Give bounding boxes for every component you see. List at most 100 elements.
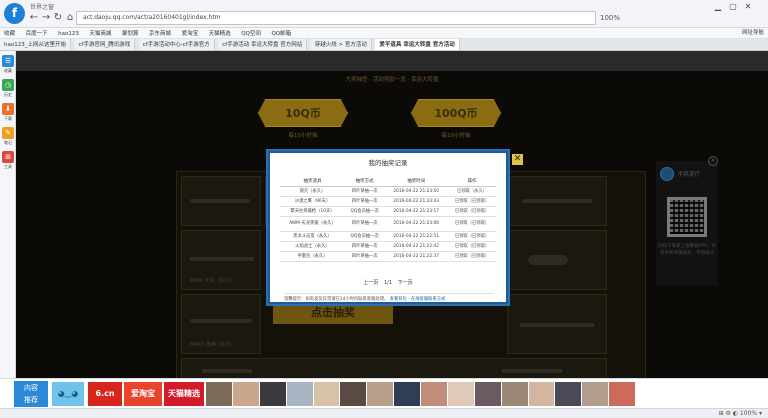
weapon-row (181, 358, 607, 378)
weapon-cell[interactable] (507, 230, 607, 290)
gun-icon (522, 199, 592, 203)
weapon-name: M4A1-雷神（永久） (190, 342, 236, 348)
tab-strip: hao123_上网从这里开始 cf手游官网_腾讯游戏 cf手游活动中心-cf手游… (0, 39, 768, 51)
address-bar[interactable]: act.daoju.qq.com/act/a20160401gl/index.h… (76, 11, 596, 25)
forward-icon[interactable]: → (40, 12, 52, 24)
sidebar-item-notes[interactable]: ✎ 笔记 (1, 127, 15, 147)
pagination: 上一页 1/1 下一页 (270, 279, 506, 286)
sidebar-item-history[interactable]: ◷ 历史 (1, 79, 15, 99)
table-cell-status[interactable]: 已领取（已领取） (448, 206, 496, 217)
browser-tab[interactable]: cf手游活动 幸运大转盘 官方网站 (218, 39, 308, 50)
table-cell: 毁灭（永久） (280, 186, 345, 197)
page-banner (16, 51, 768, 71)
qr-title: 手机掌厅 (678, 172, 701, 178)
thumbnail-image[interactable] (609, 382, 635, 406)
weapon-cell[interactable] (507, 294, 607, 354)
weapon-cell[interactable] (507, 176, 607, 226)
dialog-title: 我的抽奖记录 (368, 159, 408, 167)
weapon-cell[interactable]: AWM-天龙（永久） (181, 230, 261, 290)
thumbnail-image[interactable] (394, 382, 420, 406)
weapon-cell[interactable] (181, 176, 261, 226)
draw-button[interactable]: 点击抽奖 (273, 302, 393, 324)
thumbnail-image[interactable] (286, 382, 313, 406)
bookmark-item[interactable]: 天猫精选 (209, 29, 231, 38)
app-title: 世界之窗 (30, 4, 55, 11)
table-cell-status[interactable]: 已领取（已领取） (448, 196, 496, 207)
back-icon[interactable]: ← (28, 12, 40, 24)
bookmark-item[interactable]: hao123 (58, 29, 79, 38)
ad-tmall[interactable]: 天猫精选 (164, 382, 204, 406)
thumbnail-image[interactable] (340, 382, 367, 406)
bookmark-item[interactable]: 天猫商城 (89, 29, 111, 38)
bookmark-nav[interactable]: 网址导航 (742, 28, 764, 38)
next-page-link[interactable]: 下一页 (398, 280, 413, 286)
browser-tab[interactable]: hao123_上网从这里开始 (0, 39, 71, 50)
mascot-icon[interactable]: ◕‿◕ (52, 382, 84, 406)
thumbnail-image[interactable] (206, 382, 232, 406)
minimize-icon[interactable]: ▁ (712, 2, 724, 12)
home-icon[interactable]: ⌂ (64, 12, 76, 24)
thumbnail-image[interactable] (367, 382, 394, 406)
sidebar-item-download[interactable]: ⬇ 下载 (1, 103, 15, 123)
bookmark-item[interactable]: 京东商城 (149, 29, 171, 38)
bookmark-item[interactable]: QQ空间 (241, 29, 261, 38)
thumbnail-image[interactable] (259, 382, 286, 406)
ad-aitaobao[interactable]: 爱淘宝 (124, 382, 162, 406)
thumbnail-image[interactable] (582, 382, 609, 406)
bookmark-item[interactable]: QQ邮箱 (271, 29, 291, 38)
draw-record-dialog: 我的抽奖记录 抽奖道具 抽奖方式 抽奖时间 操作 毁灭（永久） 四叶草抽一次 2… (268, 151, 508, 304)
thumbnail-strip (206, 382, 636, 406)
maximize-icon[interactable]: ▢ (727, 2, 739, 12)
sidebar-item-label: 下载 (4, 116, 12, 121)
recommendation-label[interactable]: 内容 推荐 (14, 381, 48, 407)
avatar (660, 167, 674, 181)
qr-header: 手机掌厅 (658, 165, 716, 183)
browser-tab[interactable]: 穿越火线 > 官方活动 (310, 39, 372, 50)
zoom-level[interactable]: 100% (600, 12, 620, 24)
table-cell: 2016-04-22 21:23:06 (384, 216, 449, 232)
table-cell-status[interactable]: 已领取（已领取） (448, 251, 496, 262)
thumbnail-image[interactable] (528, 382, 555, 406)
ad-6cn[interactable]: 6.cn (88, 382, 122, 406)
browser-tab[interactable]: cf手游官网_腾讯游戏 (74, 39, 136, 50)
table-row: 擎天柱英雄枪（10天） QQ会员抽一次 2016-04-22 21:23:17 … (280, 206, 496, 217)
thumbnail-image[interactable] (474, 382, 501, 406)
close-icon[interactable]: ✕ (742, 2, 754, 12)
note-link[interactable]: 查看背包 · 在线客服联系方式 (390, 297, 446, 302)
thumbnail-image[interactable] (447, 382, 474, 406)
prev-page-link[interactable]: 上一页 (363, 280, 378, 286)
table-cell-status[interactable]: 已领取（永久） (448, 186, 496, 197)
thumbnail-image[interactable] (313, 382, 340, 406)
table-cell: 2016-04-22 21:23:50 (384, 186, 449, 197)
coin-100-button[interactable]: 100Q币 (411, 99, 501, 127)
prize-row: 大奖抽签 · 活动奖励一览 · 幸运大转盘 (345, 77, 439, 83)
table-cell-status[interactable]: 已领取（已领取） (448, 231, 496, 242)
thumbnail-image[interactable] (421, 382, 447, 406)
table-row: 沙漠之鹰（90天） 四叶草抽一次 2016-04-22 21:23:43 已领取… (280, 196, 496, 207)
weapon-cell[interactable]: M4A1-雷神（永久） (181, 294, 261, 354)
bookmark-item[interactable]: 收藏 (4, 29, 15, 38)
sidebar-item-tools[interactable]: ⊞ 工具 (1, 151, 15, 171)
bookmark-item[interactable]: 爱淘宝 (182, 29, 199, 38)
bookmark-item[interactable]: 百度一下 (26, 29, 48, 38)
coin-10-button[interactable]: 10Q币 (258, 99, 348, 127)
modal-close-icon[interactable]: ✕ (512, 154, 523, 165)
refresh-icon[interactable]: ↻ (52, 12, 64, 24)
table-cell-status[interactable]: 已领取（已领取） (448, 241, 496, 252)
gun-icon (190, 199, 250, 203)
sidebar-item-favorites[interactable]: ☰ 收藏 (1, 55, 15, 75)
browser-title-bar: f 世界之窗 ← → ↻ ⌂ act.daoju.qq.com/act/a201… (0, 0, 768, 28)
dialog-note: 温馨提示：如有发货异常请在24小时内联系客服处理。 查看背包 · 在线客服联系方… (284, 293, 494, 302)
thumbnail-image[interactable] (232, 382, 259, 406)
table-cell: 四叶草抽一次 (344, 216, 385, 232)
browser-logo-icon[interactable]: f (4, 3, 25, 24)
table-cell: 2016-04-22 21:23:17 (384, 206, 449, 217)
browser-tab-active[interactable]: 爱平道具 幸运大转盘 官方活动 (375, 39, 460, 50)
thumbnail-image[interactable] (501, 382, 528, 406)
table-cell-status[interactable]: 已领取（已领取） (448, 216, 496, 232)
browser-tab[interactable]: cf手游活动中心-cf手游官方 (138, 39, 215, 50)
thumbnail-image[interactable] (555, 382, 582, 406)
bookmark-item[interactable]: 聚划算 (122, 29, 139, 38)
status-icons[interactable]: ⊞ ⚙ ◐ 100% ▾ (719, 410, 762, 417)
qr-close-icon[interactable]: × (708, 156, 718, 166)
